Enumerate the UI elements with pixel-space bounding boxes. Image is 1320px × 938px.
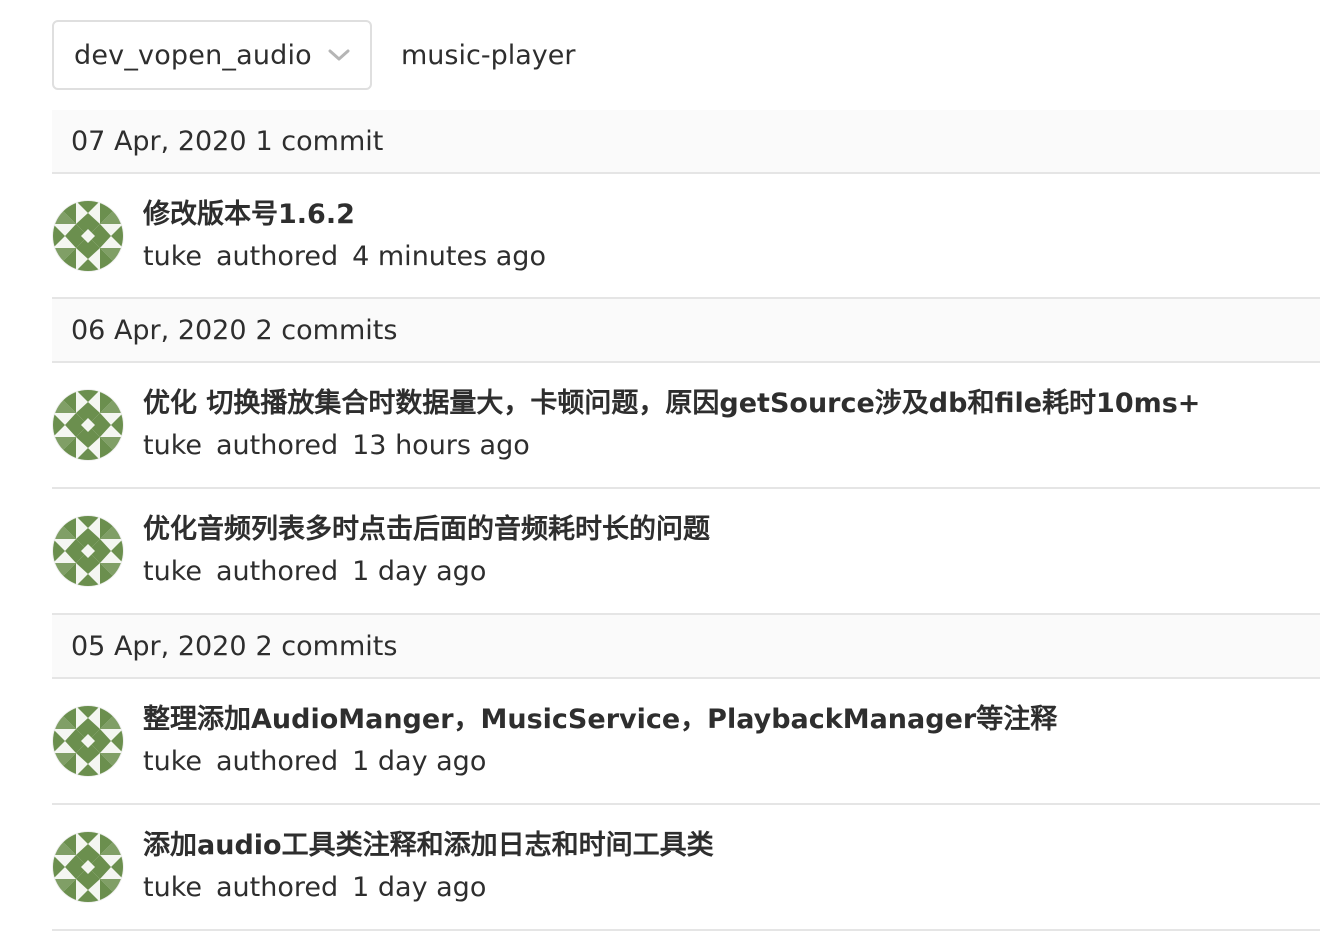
commit-time: 4 minutes ago	[352, 240, 546, 272]
commit-title[interactable]: 修改版本号1.6.2	[143, 198, 546, 232]
commit-author[interactable]: tuke	[143, 746, 202, 777]
commit-info: 优化音频列表多时点击后面的音频耗时长的问题 tuke authored 1 day …	[143, 513, 710, 589]
commit-title[interactable]: 优化 切换播放集合时数据量大，卡顿问题，原因getSource涉及db和file…	[143, 387, 1200, 421]
avatar[interactable]	[53, 516, 123, 586]
commit-row: 修改版本号1.6.2 tuke authored 4 minutes ago	[52, 174, 1320, 299]
commit-time: 1 day ago	[352, 746, 487, 777]
commit-row: 整理添加AudioManger，MusicService，PlaybackMan…	[52, 679, 1320, 805]
commit-author[interactable]: tuke	[143, 556, 202, 587]
commit-title[interactable]: 优化音频列表多时点击后面的音频耗时长的问题	[143, 513, 710, 547]
day-commit-count: 1 commit	[255, 125, 384, 157]
commit-row: 优化 切换播放集合时数据量大，卡顿问题，原因getSource涉及db和file…	[52, 363, 1320, 489]
day-date: 07 Apr, 2020	[71, 125, 247, 157]
commit-info: 整理添加AudioManger，MusicService，PlaybackMan…	[143, 703, 1057, 779]
commits-toolbar: dev_vopen_audio music-player	[52, 20, 575, 90]
commit-meta: tuke authored 13 hours ago	[143, 429, 1200, 463]
breadcrumb-path[interactable]: music-player	[401, 40, 575, 71]
commit-meta: tuke authored 1 day ago	[143, 745, 1057, 779]
commit-title[interactable]: 整理添加AudioManger，MusicService，PlaybackMan…	[143, 703, 1057, 737]
identicon-icon	[53, 706, 123, 776]
avatar[interactable]	[53, 832, 123, 902]
day-header: 05 Apr, 2020 2 commits	[52, 615, 1320, 679]
commit-meta: tuke authored 1 day ago	[143, 555, 710, 589]
identicon-icon	[53, 200, 123, 271]
commit-row: 优化音频列表多时点击后面的音频耗时长的问题 tuke authored 1 day …	[52, 489, 1320, 615]
avatar[interactable]	[53, 200, 123, 271]
identicon-icon	[53, 516, 123, 586]
commit-info: 修改版本号1.6.2 tuke authored 4 minutes ago	[143, 198, 546, 274]
commit-meta: tuke authored 4 minutes ago	[143, 240, 546, 274]
commit-action: authored	[215, 872, 339, 903]
commit-row: 添加audio工具类注释和添加日志和时间工具类 tuke authored 1 da…	[52, 805, 1320, 931]
commit-time: 13 hours ago	[352, 430, 530, 461]
branch-name: dev_vopen_audio	[74, 39, 312, 71]
day-header: 06 Apr, 2020 2 commits	[52, 299, 1320, 363]
commit-time: 1 day ago	[352, 872, 487, 903]
commit-action: authored	[215, 556, 339, 587]
avatar[interactable]	[53, 706, 123, 776]
commit-action: authored	[215, 430, 339, 461]
day-date: 05 Apr, 2020	[71, 630, 247, 662]
commits-page: dev_vopen_audio music-player 07 Apr, 202…	[0, 0, 1320, 938]
commit-author[interactable]: tuke	[143, 241, 202, 272]
commit-info: 添加audio工具类注释和添加日志和时间工具类 tuke authored 1 da…	[143, 829, 714, 905]
commit-author[interactable]: tuke	[143, 872, 202, 903]
commit-time: 1 day ago	[352, 556, 487, 587]
identicon-icon	[53, 390, 123, 460]
avatar[interactable]	[53, 390, 123, 460]
commit-title[interactable]: 添加audio工具类注释和添加日志和时间工具类	[143, 829, 714, 863]
identicon-icon	[53, 832, 123, 902]
commit-action: authored	[215, 746, 339, 777]
branch-dropdown[interactable]: dev_vopen_audio	[52, 20, 372, 90]
day-header: 07 Apr, 2020 1 commit	[52, 110, 1320, 174]
day-date: 06 Apr, 2020	[71, 314, 247, 346]
commit-meta: tuke authored 1 day ago	[143, 871, 714, 905]
day-commit-count: 2 commits	[255, 630, 398, 662]
commit-author[interactable]: tuke	[143, 430, 202, 461]
chevron-down-icon	[326, 42, 352, 68]
commit-action: authored	[215, 240, 339, 272]
commit-list: 07 Apr, 2020 1 commit 修改版本号1.6.2 tuke aut…	[52, 110, 1320, 931]
commit-info: 优化 切换播放集合时数据量大，卡顿问题，原因getSource涉及db和file…	[143, 387, 1200, 463]
day-commit-count: 2 commits	[255, 314, 398, 346]
